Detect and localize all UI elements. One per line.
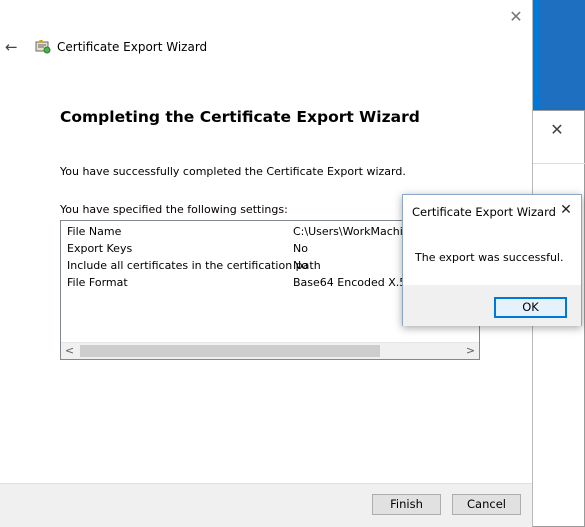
- close-icon[interactable]: ✕: [557, 201, 575, 219]
- certificate-icon: [34, 38, 52, 56]
- setting-value: C:\Users\WorkMachine: [293, 225, 417, 238]
- chevron-left-icon[interactable]: <: [61, 343, 78, 359]
- dialog-footer: OK: [403, 285, 581, 326]
- dialog-message: The export was successful.: [415, 251, 564, 264]
- finish-button[interactable]: Finish: [372, 494, 441, 515]
- success-message: You have successfully completed the Cert…: [60, 165, 406, 178]
- settings-label: You have specified the following setting…: [60, 203, 288, 216]
- setting-key: Include all certificates in the certific…: [67, 259, 321, 272]
- close-icon[interactable]: ✕: [547, 120, 567, 140]
- button-bar: Finish Cancel: [0, 483, 532, 527]
- setting-key: File Format: [67, 276, 128, 289]
- back-arrow-icon[interactable]: ←: [5, 38, 23, 56]
- dialog-title: Certificate Export Wizard: [412, 205, 556, 219]
- setting-key: Export Keys: [67, 242, 133, 255]
- scrollbar-thumb[interactable]: [80, 345, 380, 357]
- setting-value: No: [293, 259, 308, 272]
- window-title: Certificate Export Wizard: [57, 40, 208, 54]
- ok-button[interactable]: OK: [494, 297, 567, 318]
- setting-value: No: [293, 242, 308, 255]
- export-success-dialog: Certificate Export Wizard ✕ The export w…: [402, 194, 582, 326]
- horizontal-scrollbar[interactable]: < >: [61, 342, 479, 359]
- setting-key: File Name: [67, 225, 122, 238]
- page-heading: Completing the Certificate Export Wizard: [60, 108, 420, 126]
- cancel-button[interactable]: Cancel: [452, 494, 521, 515]
- close-icon[interactable]: ✕: [505, 6, 527, 28]
- chevron-right-icon[interactable]: >: [462, 343, 479, 359]
